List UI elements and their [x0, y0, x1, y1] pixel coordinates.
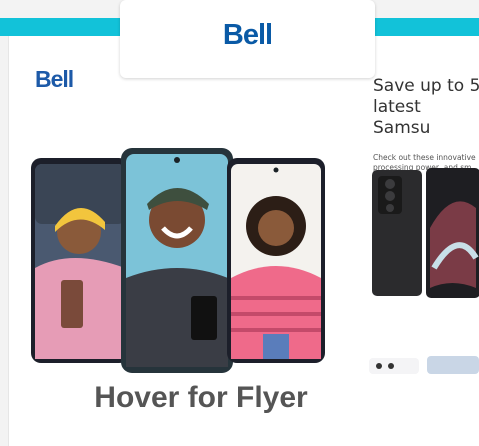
flyer-viewer: Bell Save up to 5 latest Samsu Check out…	[0, 0, 479, 446]
hero-phones-image	[31, 148, 325, 373]
flyer-page[interactable]: Bell Save up to 5 latest Samsu Check out…	[8, 36, 479, 446]
promo-headline: Save up to 5 latest Samsu	[373, 76, 479, 138]
product-phone-image	[372, 168, 479, 298]
product-phone-2-image	[369, 356, 479, 374]
hover-for-flyer-label: Hover for Flyer	[94, 381, 308, 414]
bell-logo: Bell	[35, 66, 74, 92]
bell-tab-card[interactable]: Bell	[120, 0, 375, 78]
bell-logo-tab: Bell	[222, 19, 273, 51]
